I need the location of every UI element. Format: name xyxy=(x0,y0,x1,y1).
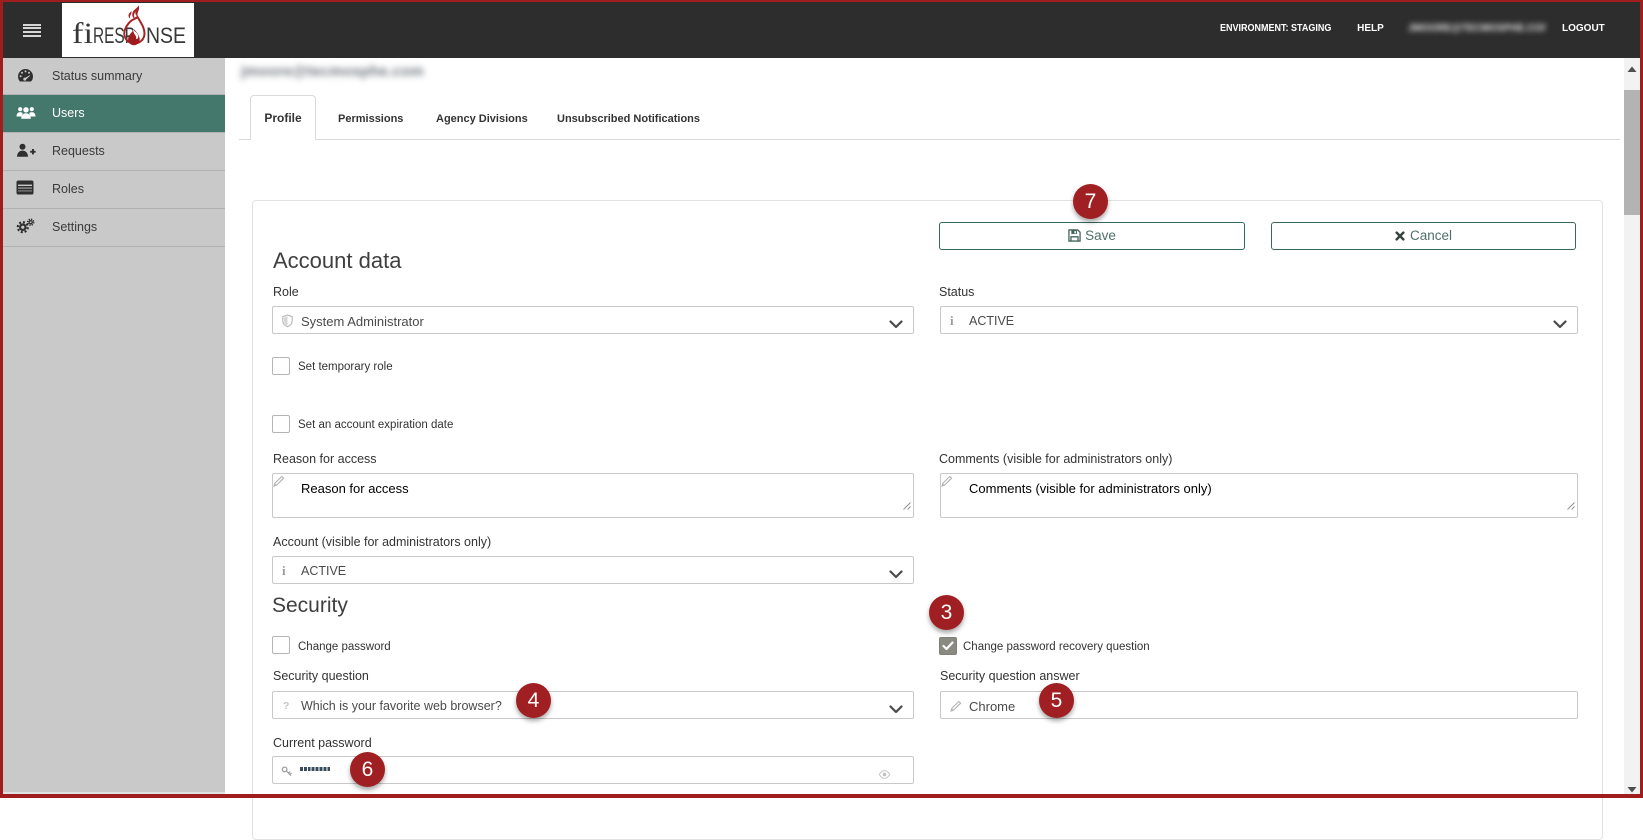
svg-text:RESP: RESP xyxy=(93,23,135,48)
svg-text:NSE: NSE xyxy=(146,23,186,48)
svg-text:fi: fi xyxy=(72,17,93,50)
